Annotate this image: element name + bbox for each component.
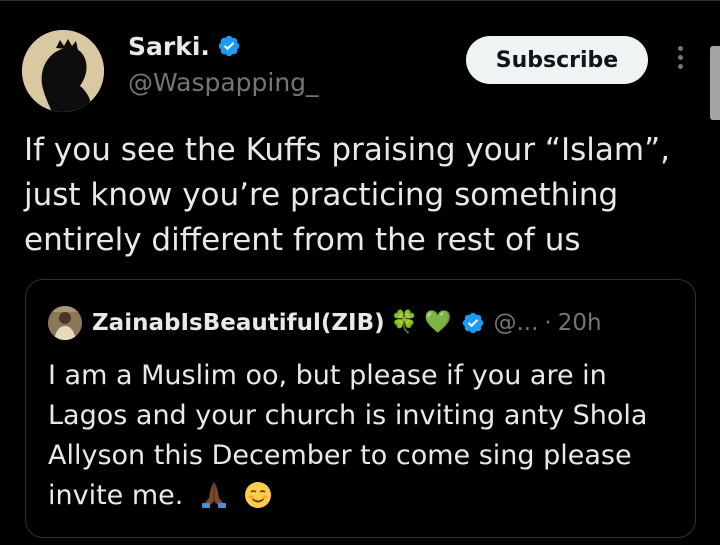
quoted-text-line: I am a Muslim oo, but please if you are … xyxy=(48,360,607,391)
green-heart-emoji: 💚 xyxy=(424,310,452,335)
tweet-text-line: entirely different from the rest of us xyxy=(24,222,581,258)
clover-emoji: 🍀 xyxy=(390,310,419,335)
more-vertical-icon[interactable] xyxy=(670,42,690,78)
author-avatar[interactable] xyxy=(22,30,104,112)
tweet-view: Sarki. @Waspapping_ Subscribe If you see… xyxy=(0,0,720,545)
quoted-author-avatar[interactable] xyxy=(48,306,82,340)
smiling-face-emoji xyxy=(243,480,273,510)
tweet-text: If you see the Kuffs praising your “Isla… xyxy=(24,128,694,263)
quoted-text-last-line: invite me. xyxy=(48,476,678,516)
quoted-text-line: invite me. xyxy=(48,480,184,511)
quoted-text-line: Allyson this December to come sing pleas… xyxy=(48,440,632,471)
quoted-tweet-header: ZainabIsBeautiful(ZIB) 🍀 💚 @... · 20h xyxy=(48,306,602,340)
verified-badge-icon[interactable] xyxy=(217,34,241,58)
quoted-tweet-text: I am a Muslim oo, but please if you are … xyxy=(48,356,678,516)
quoted-tweet-timestamp[interactable]: 20h xyxy=(558,310,602,336)
tweet-text-line: If you see the Kuffs praising your “Isla… xyxy=(24,132,671,168)
subscribe-button[interactable]: Subscribe xyxy=(466,36,648,84)
quoted-author-display-name[interactable]: ZainabIsBeautiful(ZIB) xyxy=(92,310,385,336)
quoted-tweet-card[interactable]: ZainabIsBeautiful(ZIB) 🍀 💚 @... · 20h I … xyxy=(25,279,696,538)
folded-hands-emoji xyxy=(198,478,230,510)
tweet-text-line: just know you’re practicing something xyxy=(24,177,619,213)
dot-separator: · xyxy=(544,310,552,336)
verified-badge-icon[interactable] xyxy=(461,311,485,335)
author-info: Sarki. @Waspapping_ xyxy=(128,30,319,98)
quoted-text-line: Lagos and your church is inviting anty S… xyxy=(48,400,648,431)
author-display-name[interactable]: Sarki. xyxy=(128,32,210,61)
author-handle[interactable]: @Waspapping_ xyxy=(128,68,319,97)
scrollbar-thumb[interactable] xyxy=(710,46,720,120)
top-divider xyxy=(0,0,720,1)
quoted-author-handle[interactable]: @... xyxy=(493,310,538,336)
